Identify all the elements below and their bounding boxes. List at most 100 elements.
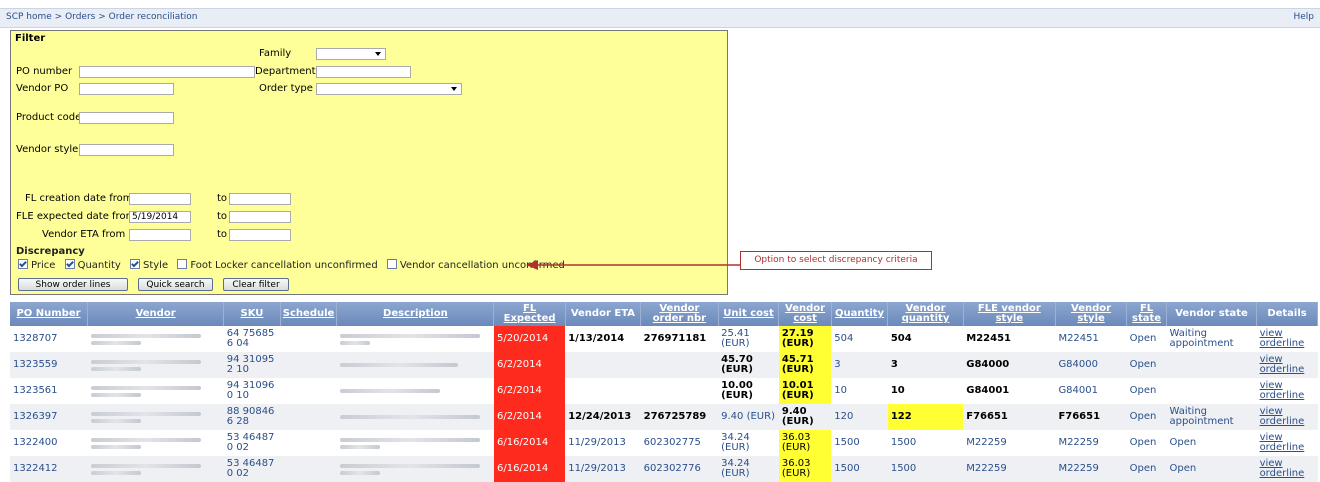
col-vendor-state[interactable]: Vendor state	[1166, 302, 1258, 326]
vendor-eta-from-field[interactable]	[129, 229, 191, 241]
sku-cell: 53 46487 0 02	[223, 430, 281, 456]
show-order-lines-button[interactable]: Show order lines	[18, 278, 128, 291]
view-orderline-link-text[interactable]: view orderline	[1260, 354, 1305, 375]
po-number-cell[interactable]: 1323559	[10, 352, 88, 378]
vendor-style-cell: M22451	[1055, 326, 1127, 352]
department-field[interactable]	[316, 66, 411, 78]
sku-cell: 53 46487 0 02	[223, 456, 281, 482]
family-select[interactable]	[316, 48, 386, 60]
vendor-style-cell: M22259	[1055, 430, 1127, 456]
sku-cell: 94 31096 0 10	[223, 378, 281, 404]
fl-creation-to-field[interactable]	[229, 193, 291, 205]
schedule-cell	[280, 326, 337, 352]
col-sku[interactable]: SKU	[223, 302, 281, 326]
col-vendor-cost[interactable]: Vendor cost	[778, 302, 832, 326]
vendor-eta-to-field[interactable]	[229, 229, 291, 241]
view-orderline-link[interactable]: view orderline	[1256, 404, 1318, 430]
col-fle-vendor-style[interactable]: FLE vendor style	[963, 302, 1056, 326]
fl-state-cell: Open	[1126, 326, 1167, 352]
vendor-quantity-cell: 3	[887, 352, 964, 378]
chevron-down-icon	[375, 52, 381, 56]
po-number-field[interactable]	[79, 66, 255, 78]
table-row: 1326397 88 90846 6 28 6/2/2014 12/24/201…	[10, 404, 1318, 430]
fle-vendor-style-cell: M22259	[963, 456, 1056, 482]
po-number-label: PO number	[16, 66, 73, 77]
breadcrumb-bar: SCP home > Orders > Order reconciliation…	[0, 8, 1320, 28]
po-number-cell[interactable]: 1326397	[10, 404, 88, 430]
fl-state-cell: Open	[1126, 456, 1167, 482]
col-unit-cost[interactable]: Unit cost	[718, 302, 780, 326]
vendor-cell-redacted	[87, 456, 224, 482]
po-number-cell[interactable]: 1322412	[10, 456, 88, 482]
breadcrumb-orders-link[interactable]: Orders	[65, 12, 95, 22]
col-vendor-quantity[interactable]: Vendor quantity	[887, 302, 964, 326]
po-number-cell[interactable]: 1328707	[10, 326, 88, 352]
view-orderline-link-text[interactable]: view orderline	[1260, 328, 1305, 349]
order-type-select[interactable]	[316, 83, 462, 95]
fle-vendor-style-cell: M22259	[963, 430, 1056, 456]
col-schedule[interactable]: Schedule	[280, 302, 338, 326]
description-cell-redacted	[336, 456, 494, 482]
view-orderline-link[interactable]: view orderline	[1256, 456, 1318, 482]
fle-expected-to-field[interactable]	[229, 211, 291, 223]
col-po-number[interactable]: PO Number	[10, 302, 89, 326]
breadcrumb-home-link[interactable]: SCP home	[6, 12, 52, 22]
breadcrumb-current[interactable]: Order reconciliation	[109, 12, 198, 22]
quick-search-button[interactable]: Quick search	[138, 278, 213, 291]
fl-cancellation-label: Foot Locker cancellation unconfirmed	[190, 260, 378, 271]
to-label: to	[217, 229, 228, 240]
fl-expected-cell: 6/2/2014	[493, 404, 566, 430]
col-fl-expected[interactable]: FL Expected	[493, 302, 566, 326]
view-orderline-link-text[interactable]: view orderline	[1260, 458, 1305, 479]
fl-cancellation-checkbox[interactable]	[177, 259, 188, 269]
col-vendor[interactable]: Vendor	[87, 302, 225, 326]
table-header-row: PO Number Vendor SKU Schedule Descriptio…	[10, 302, 1318, 326]
view-orderline-link[interactable]: view orderline	[1256, 326, 1318, 352]
price-checkbox[interactable]	[18, 259, 28, 269]
fl-creation-from-field[interactable]	[129, 193, 191, 205]
view-orderline-link-text[interactable]: view orderline	[1260, 406, 1305, 427]
view-orderline-link[interactable]: view orderline	[1256, 352, 1318, 378]
view-orderline-link-text[interactable]: view orderline	[1260, 432, 1305, 453]
order-type-label: Order type	[259, 83, 313, 94]
description-cell-redacted	[336, 326, 494, 352]
description-cell-redacted	[336, 378, 494, 404]
product-code-field[interactable]	[79, 112, 174, 124]
col-vendor-order-nbr[interactable]: Vendor order nbr	[640, 302, 719, 326]
clear-filter-button[interactable]: Clear filter	[223, 278, 289, 291]
schedule-cell	[280, 404, 337, 430]
col-vendor-style[interactable]: Vendor style	[1055, 302, 1128, 326]
vendor-po-field[interactable]	[79, 83, 174, 95]
family-label: Family	[259, 48, 292, 59]
quantity-checkbox[interactable]	[64, 259, 75, 269]
to-label: to	[217, 193, 228, 204]
fle-vendor-style-cell: G84000	[963, 352, 1056, 378]
fl-creation-from-label: FL creation date from	[25, 193, 133, 204]
quantity-cell: 504	[831, 326, 888, 352]
col-vendor-eta[interactable]: Vendor ETA	[565, 302, 642, 326]
vendor-style-field[interactable]	[79, 144, 174, 156]
style-checkbox[interactable]	[130, 259, 140, 269]
description-cell-redacted	[336, 404, 494, 430]
department-label: Department	[255, 66, 316, 77]
vendor-eta-cell	[565, 352, 641, 378]
fl-expected-cell: 6/16/2014	[493, 430, 566, 456]
help-link[interactable]: Help	[1293, 12, 1314, 22]
col-description[interactable]: Description	[336, 302, 495, 326]
vendor-cost-cell: 45.71 (EUR)	[778, 352, 832, 378]
col-fl-state[interactable]: FL state	[1126, 302, 1167, 326]
vendor-cost-cell: 36.03 (EUR)	[778, 430, 832, 456]
description-cell-redacted	[336, 352, 494, 378]
unit-cost-cell: 45.70 (EUR)	[718, 352, 779, 378]
fl-expected-cell: 6/2/2014	[493, 352, 566, 378]
col-quantity[interactable]: Quantity	[831, 302, 889, 326]
view-orderline-link[interactable]: view orderline	[1256, 430, 1318, 456]
po-number-cell[interactable]: 1323561	[10, 378, 88, 404]
table-row: 1323559 94 31095 2 10 6/2/2014 45.70 (EU…	[10, 352, 1318, 378]
fle-expected-from-field[interactable]: 5/19/2014	[129, 211, 191, 223]
view-orderline-link[interactable]: view orderline	[1256, 378, 1318, 404]
po-number-cell[interactable]: 1322400	[10, 430, 88, 456]
view-orderline-link-text[interactable]: view orderline	[1260, 380, 1305, 401]
vendor-cancellation-checkbox[interactable]	[386, 259, 397, 269]
callout-note: Option to select discrepancy criteria	[740, 251, 932, 270]
